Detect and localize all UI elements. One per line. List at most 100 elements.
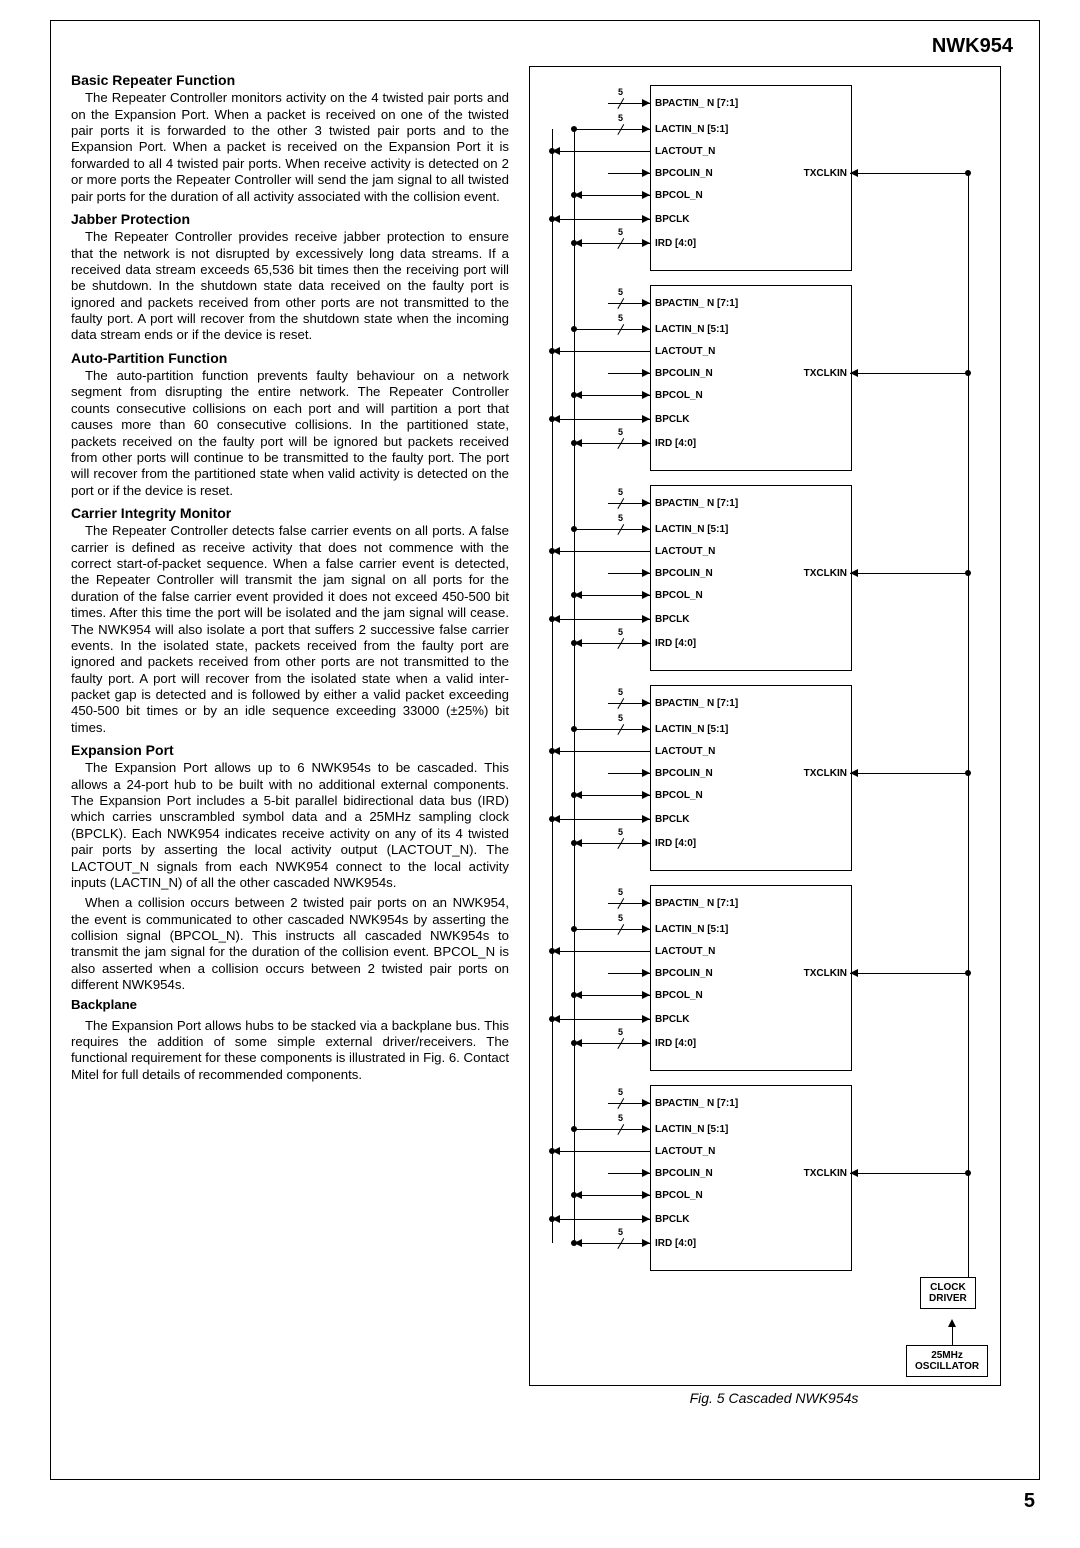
arrow-right-icon [642, 525, 650, 533]
bus-junction-dot [965, 370, 971, 376]
signal-label: LACTOUT_N [655, 546, 715, 557]
section-body-expansion-2: When a collision occurs between 2 twiste… [71, 895, 509, 993]
connector-line [850, 573, 968, 574]
bus-slash [617, 324, 634, 341]
connector-line [552, 951, 650, 952]
arrow-right-icon [642, 299, 650, 307]
bus-junction-dot [571, 1040, 577, 1046]
arrow-left-icon [850, 1169, 858, 1177]
bus-width-label: 5 [618, 1027, 623, 1037]
section-body-backplane: The Expansion Port allows hubs to be sta… [71, 1018, 509, 1083]
arrow-left-icon [850, 169, 858, 177]
arrow-right-icon [642, 1169, 650, 1177]
signal-label: LACTOUT_N [655, 746, 715, 757]
signal-label: BPCOL_N [655, 790, 703, 801]
bus-junction-dot [549, 148, 555, 154]
connector-line [574, 129, 650, 130]
bus-width-label: 5 [618, 87, 623, 97]
signal-label: BPCOLIN_N [655, 768, 713, 779]
bus-junction-dot [571, 392, 577, 398]
connector-line [850, 773, 968, 774]
bus-junction-dot [549, 948, 555, 954]
clock-driver-box: CLOCKDRIVER [920, 1277, 976, 1309]
arrow-right-icon [642, 391, 650, 399]
bus-width-label: 5 [618, 687, 623, 697]
bus-junction-dot [549, 748, 555, 754]
signal-label: BPACTIN_ N [7:1] [655, 698, 738, 709]
connector-line [574, 929, 650, 930]
signal-label-txclkin: TXCLKIN [804, 1168, 847, 1179]
section-title-basic: Basic Repeater Function [71, 72, 509, 89]
signal-label: LACTOUT_N [655, 346, 715, 357]
bus-junction-dot [571, 526, 577, 532]
arrow-right-icon [642, 1191, 650, 1199]
arrow-right-icon [642, 839, 650, 847]
repeater-block: BPACTIN_ N [7:1]LACTIN_N [5:1]LACTOUT_NB… [650, 285, 852, 471]
signal-label: IRD [4:0] [655, 638, 696, 649]
bus-junction-dot [571, 1240, 577, 1246]
connector-line [574, 1195, 650, 1196]
bus-junction-dot [571, 592, 577, 598]
bus-junction-dot [571, 440, 577, 446]
section-title-autopartition: Auto-Partition Function [71, 350, 509, 367]
signal-label-txclkin: TXCLKIN [804, 968, 847, 979]
arrow-right-icon [642, 191, 650, 199]
signal-label: LACTIN_N [5:1] [655, 524, 728, 535]
signal-label: BPACTIN_ N [7:1] [655, 98, 738, 109]
connector-line [552, 751, 650, 752]
signal-label: LACTIN_N [5:1] [655, 124, 728, 135]
connector-line [552, 351, 650, 352]
bus-junction-dot [571, 926, 577, 932]
arrow-right-icon [642, 1099, 650, 1107]
bus-slash [617, 238, 634, 255]
connector-line [574, 243, 650, 244]
arrow-right-icon [642, 369, 650, 377]
section-title-expansion: Expansion Port [71, 742, 509, 759]
bus-width-label: 5 [618, 113, 623, 123]
signal-label: BPCOLIN_N [655, 368, 713, 379]
bus-slash [617, 524, 634, 541]
arrow-right-icon [642, 899, 650, 907]
signal-label-txclkin: TXCLKIN [804, 168, 847, 179]
section-title-carrier: Carrier Integrity Monitor [71, 505, 509, 522]
bus-junction-dot [571, 326, 577, 332]
arrow-right-icon [642, 791, 650, 799]
bus-width-label: 5 [618, 827, 623, 837]
signal-label: IRD [4:0] [655, 1238, 696, 1249]
left-bus-line [552, 129, 553, 1243]
repeater-block: BPACTIN_ N [7:1]LACTIN_N [5:1]LACTOUT_NB… [650, 85, 852, 271]
arrow-up-icon [948, 1319, 956, 1327]
bus-junction-dot [571, 840, 577, 846]
arrow-right-icon [642, 815, 650, 823]
signal-label: BPCOLIN_N [655, 568, 713, 579]
arrow-left-icon [850, 969, 858, 977]
arrow-right-icon [642, 725, 650, 733]
signal-label: IRD [4:0] [655, 238, 696, 249]
bus-junction-dot [571, 992, 577, 998]
bus-junction-dot [571, 240, 577, 246]
bus-junction-dot [965, 1170, 971, 1176]
bus-width-label: 5 [618, 313, 623, 323]
section-body-autopartition: The auto-partition function prevents fau… [71, 368, 509, 499]
part-number: NWK954 [71, 35, 1013, 58]
connector-line [850, 1173, 968, 1174]
repeater-block: BPACTIN_ N [7:1]LACTIN_N [5:1]LACTOUT_NB… [650, 685, 852, 871]
bus-junction-dot [549, 616, 555, 622]
signal-label: LACTIN_N [5:1] [655, 324, 728, 335]
connector-line [574, 443, 650, 444]
connector-line [574, 1243, 650, 1244]
connector-line [552, 1219, 650, 1220]
bus-junction-dot [549, 548, 555, 554]
signal-label: BPCOL_N [655, 390, 703, 401]
oscillator-box: 25MHzOSCILLATOR [906, 1345, 988, 1377]
arrow-right-icon [642, 1015, 650, 1023]
signal-label: BPCLK [655, 814, 689, 825]
arrow-right-icon [642, 215, 650, 223]
bus-junction-dot [549, 216, 555, 222]
signal-label: BPCOL_N [655, 590, 703, 601]
bus-junction-dot [571, 1192, 577, 1198]
signal-label-txclkin: TXCLKIN [804, 768, 847, 779]
subsection-title-backplane: Backplane [71, 997, 509, 1013]
signal-label: BPACTIN_ N [7:1] [655, 498, 738, 509]
text-column: Basic Repeater Function The Repeater Con… [71, 66, 509, 1406]
